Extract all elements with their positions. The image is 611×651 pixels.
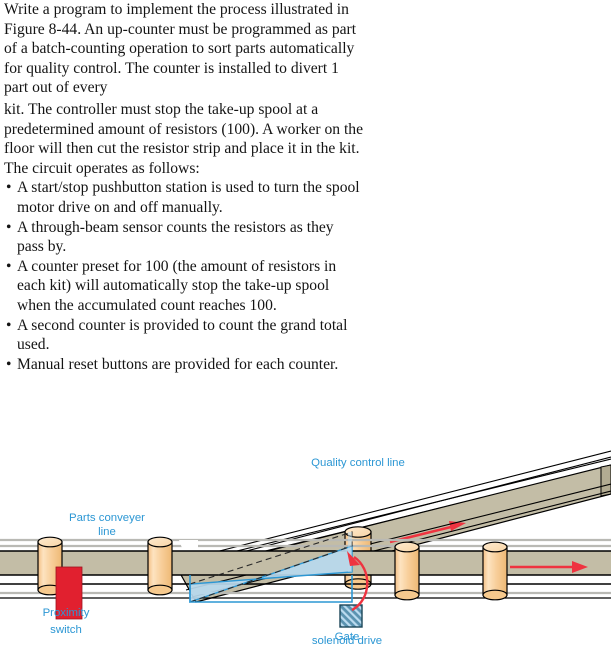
- roller-parts-line-3: [394, 541, 420, 601]
- list-item-text: A second counter is provided to count th…: [17, 316, 348, 354]
- list-item: • A second counter is provided to count t…: [4, 316, 364, 355]
- list-item-text: Manual reset buttons are provided for ea…: [17, 355, 339, 373]
- list-item: • Manual reset buttons are provided for e…: [4, 355, 364, 375]
- bullet-icon: •: [6, 257, 12, 275]
- list-item-text: A start/stop pushbutton station is used …: [17, 179, 360, 216]
- list-item: • A start/stop pushbutton station is used…: [4, 178, 364, 217]
- roller-parts-line-4: [482, 541, 508, 601]
- bullet-icon: •: [6, 316, 12, 334]
- label-proximity-switch-2: switch: [50, 624, 82, 636]
- list-item-text: A through-beam sensor counts the resisto…: [17, 218, 334, 256]
- gate-solenoid-drive-icon: [339, 604, 363, 628]
- label-quality-control-line: Quality control line: [311, 457, 405, 469]
- problem-statement: Write a program to implement the process…: [4, 0, 364, 374]
- label-proximity-switch-1: Proximity: [43, 607, 90, 619]
- circuit-operation-list: • A start/stop pushbutton station is used…: [4, 178, 364, 374]
- bullet-icon: •: [6, 355, 12, 373]
- conveyor-merge-notch: [179, 540, 198, 548]
- roller-parts-line-2: [147, 536, 173, 596]
- paragraph-1: Write a program to implement the process…: [4, 1, 357, 97]
- list-item: • A through-beam sensor counts the resist…: [4, 218, 364, 257]
- list-item-text: A counter preset for 100 (the amount of …: [17, 257, 337, 314]
- figure-page: Write a program to implement the process…: [0, 0, 611, 647]
- label-gate-2: solenoid drive: [312, 635, 382, 647]
- bullet-icon: •: [6, 179, 12, 197]
- bullet-icon: •: [6, 218, 12, 236]
- list-item: • A counter preset for 100 (the amount of…: [4, 257, 364, 316]
- paragraph-2: kit. The controller must stop the take-u…: [4, 100, 363, 177]
- label-parts-conveyer-line-1: Parts conveyer: [69, 512, 145, 524]
- label-parts-conveyer-line-2: line: [98, 526, 116, 538]
- conveyor-diagram: Quality control line Parts conveyer line…: [0, 447, 611, 647]
